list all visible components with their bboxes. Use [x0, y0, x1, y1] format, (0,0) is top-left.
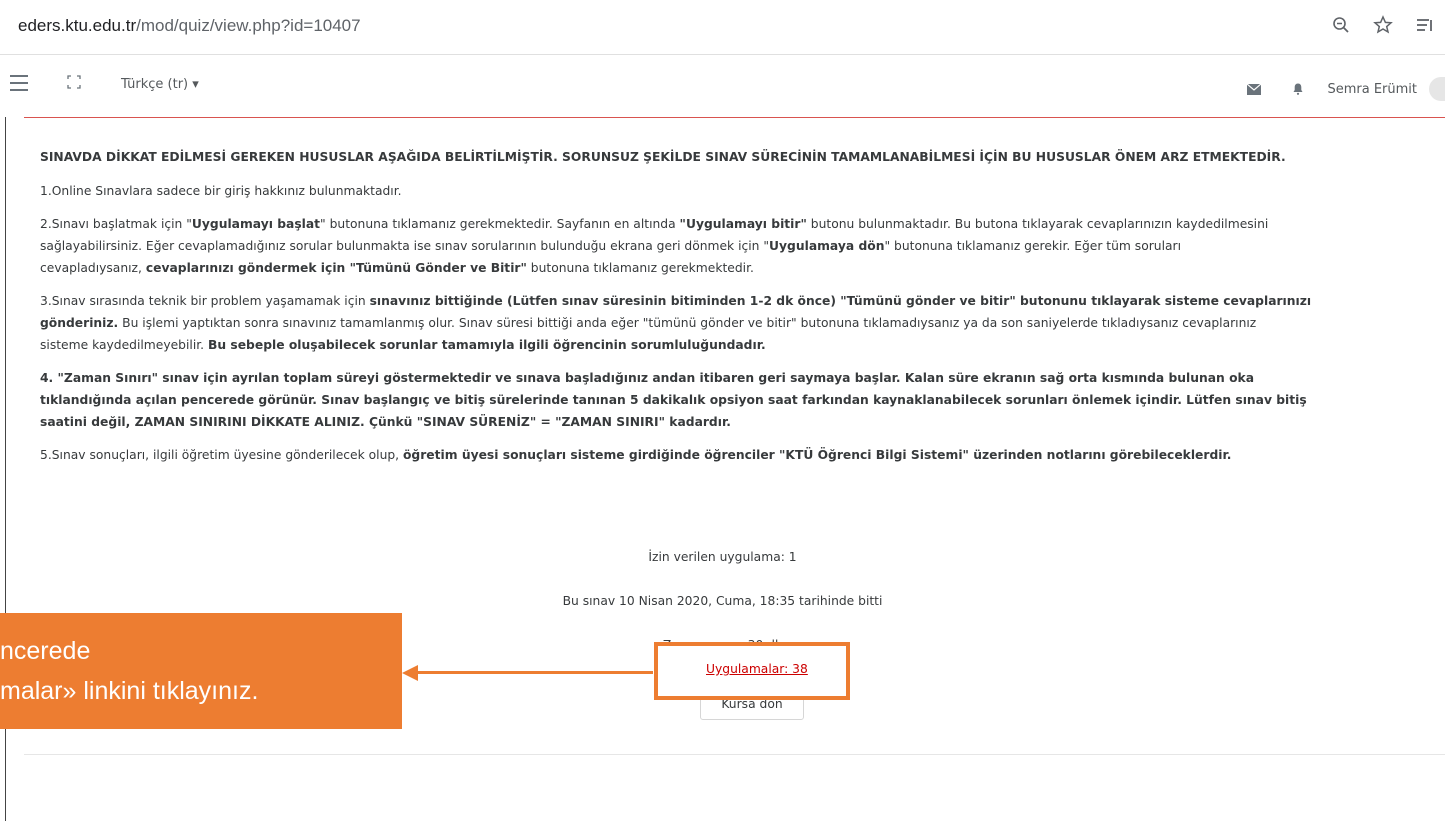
- text-run: sağlayabilirsiniz. Eğer cevaplamadığınız…: [40, 239, 770, 253]
- text-run: 5.Sınav sonuçları, ilgili öğretim üyesin…: [40, 448, 403, 462]
- text-run: Uygulamayı başlat: [191, 217, 321, 231]
- text-run: cevapladıysanız,: [40, 261, 146, 275]
- text-run: butonuna tıklamanız gerekmektedir.: [526, 261, 754, 275]
- callout-line-2: malar» linkini tıklayınız.: [0, 677, 259, 705]
- language-menu[interactable]: Türkçe (tr) ▾: [121, 77, 199, 92]
- text-run: 3.Sınav sırasında teknik bir problem yaş…: [40, 294, 370, 308]
- intro-item-2: 2.Sınavı başlatmak için "Uygulamayı başl…: [40, 213, 1445, 279]
- text-run: " butonuna tıklamanız gerekir. Eğer tüm …: [884, 239, 1182, 253]
- text-run: cevaplarınızı göndermek için "Tümünü Gön…: [145, 261, 527, 275]
- text-run: sınavınız bittiğinde (Lütfen sınav süres…: [369, 294, 1312, 308]
- text-run: tıklandığında açılan pencerede görünür. …: [40, 393, 1307, 407]
- attempts-link[interactable]: Uygulamalar: 38: [706, 662, 808, 676]
- url-host: eders.ktu.edu.tr: [18, 16, 137, 35]
- text-run: saatini değil, ZAMAN SINIRINI DİKKATE AL…: [40, 415, 731, 429]
- text-run: butonu bulunmaktadır. Bu butona tıklayar…: [806, 217, 1269, 231]
- arrow-shaft: [416, 671, 653, 674]
- top-navbar: Türkçe (tr) ▾ Semra Erümit: [0, 55, 1445, 118]
- browser-address-bar[interactable]: eders.ktu.edu.tr/mod/quiz/view.php?id=10…: [0, 0, 1445, 55]
- mail-icon[interactable]: [1247, 80, 1262, 99]
- text-run: 2.Sınavı başlatmak için ": [40, 217, 192, 231]
- intro-heading: SINAVDA DİKKAT EDİLMESİ GEREKEN HUSUSLAR…: [40, 150, 1286, 164]
- url-text[interactable]: eders.ktu.edu.tr/mod/quiz/view.php?id=10…: [18, 16, 361, 36]
- intro-item-1: 1.Online Sınavlara sadece bir giriş hakk…: [40, 184, 402, 198]
- text-run: "Uygulamayı bitir": [679, 217, 807, 231]
- intro-item-3: 3.Sınav sırasında teknik bir problem yaş…: [40, 290, 1445, 356]
- text-run: " butonuna tıklamanız gerekmektedir. Say…: [320, 217, 680, 231]
- text-run: 4. "Zaman Sınırı" sınav için ayrılan top…: [40, 371, 1254, 385]
- text-run: sisteme kaydedilmeyebilir.: [40, 338, 208, 352]
- quiz-closed-date: Bu sınav 10 Nisan 2020, Cuma, 18:35 tari…: [562, 594, 883, 608]
- user-name[interactable]: Semra Erümit: [1327, 82, 1417, 97]
- instruction-callout: ncerede malar» linkini tıklayınız.: [0, 613, 402, 729]
- callout-line-1: ncerede: [0, 637, 91, 665]
- avatar[interactable]: [1429, 77, 1445, 101]
- allowed-attempts: İzin verilen uygulama: 1: [648, 550, 797, 564]
- text-run: gönderiniz.: [40, 316, 119, 330]
- fullscreen-icon[interactable]: [67, 74, 81, 89]
- url-path: /mod/quiz/view.php?id=10407: [136, 16, 361, 35]
- menu-icon[interactable]: [10, 75, 28, 91]
- bell-icon[interactable]: [1293, 80, 1303, 99]
- reading-list-icon[interactable]: [1413, 13, 1437, 37]
- text-run: Bu işlemi yaptıktan sonra sınavınız tama…: [118, 316, 1257, 330]
- text-run: Uygulamaya dön: [769, 239, 885, 253]
- zoom-out-icon[interactable]: [1329, 13, 1353, 37]
- arrow-head-icon: [402, 665, 418, 681]
- navbar-right: Semra Erümit: [1247, 77, 1445, 101]
- intro-item-4: 4. "Zaman Sınırı" sınav için ayrılan top…: [40, 367, 1445, 433]
- text-run: öğretim üyesi sonuçları sisteme girdiğin…: [402, 448, 1232, 462]
- text-run: Bu sebeple oluşabilecek sorunlar tamamıy…: [207, 338, 766, 352]
- intro-item-5: 5.Sınav sonuçları, ilgili öğretim üyesin…: [40, 444, 1445, 466]
- quiz-intro: SINAVDA DİKKAT EDİLMESİ GEREKEN HUSUSLAR…: [40, 146, 1445, 477]
- star-icon[interactable]: [1371, 13, 1395, 37]
- browser-toolbar-icons: [1329, 13, 1437, 37]
